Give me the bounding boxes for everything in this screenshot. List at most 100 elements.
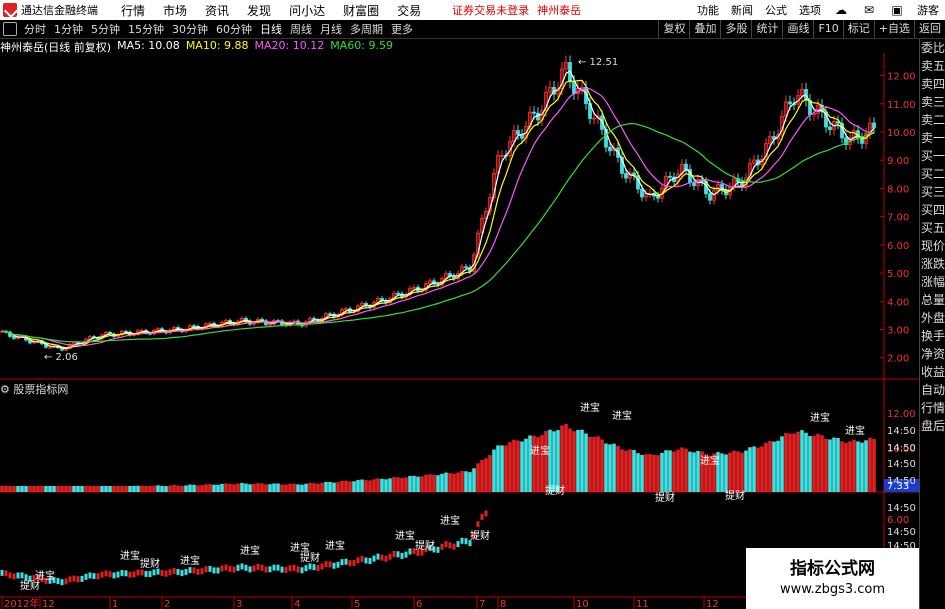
quote-label[interactable]: 涨幅: [920, 273, 945, 291]
quote-label[interactable]: 委比: [920, 39, 945, 57]
quote-label[interactable]: 卖五: [920, 57, 945, 75]
indicator-bar: [768, 441, 772, 492]
window-icon[interactable]: [3, 22, 17, 36]
lower-bar: [124, 570, 128, 577]
indicator-bar: [628, 449, 632, 492]
tab-period[interactable]: 月线: [320, 21, 342, 37]
quote-panel: 委比 卖五 卖四 卖三 卖二 卖一 买一 买二 买三 买四 买五 现价 涨跌 涨…: [919, 39, 945, 609]
btn-fuquan[interactable]: 复权: [658, 20, 689, 38]
btn-add-watch[interactable]: +自选: [873, 20, 914, 38]
indicator-bar: [240, 482, 244, 492]
btn-stats[interactable]: 统计: [751, 20, 782, 38]
tab-period-active[interactable]: 日线: [260, 21, 282, 37]
indicator-bar: [864, 440, 868, 492]
quote-label[interactable]: 买四: [920, 201, 945, 219]
menu-item[interactable]: 问小达: [289, 2, 325, 19]
indicator-bar: [380, 478, 384, 492]
quote-label[interactable]: 行情: [920, 399, 945, 417]
quote-label[interactable]: 买五: [920, 219, 945, 237]
toolbar-right: 复权 叠加 多股 统计 画线 F10 标记 +自选 返回: [658, 20, 945, 38]
indicator-bar: [288, 483, 292, 492]
mail-icon[interactable]: ✉: [861, 3, 877, 17]
tab-period[interactable]: 周线: [290, 21, 312, 37]
quote-label[interactable]: 卖一: [920, 129, 945, 147]
indicator-bar: [520, 441, 524, 492]
lower-bar: [200, 568, 204, 575]
menu-function[interactable]: 功能: [697, 2, 719, 18]
high-label: ← 12.51: [578, 57, 618, 68]
indicator-bar: [856, 441, 860, 492]
indicator-name: 股票指标网: [13, 383, 69, 396]
quote-label[interactable]: 卖四: [920, 75, 945, 93]
btn-back[interactable]: 返回: [914, 20, 945, 38]
indicator-bar: [848, 441, 852, 492]
lower-bar: [348, 560, 352, 567]
quote-label[interactable]: 现价: [920, 237, 945, 255]
tab-period[interactable]: 多周期: [350, 21, 383, 37]
indicator-bar: [20, 486, 24, 492]
indicator-bar: [796, 431, 800, 492]
cloud-icon[interactable]: ☁: [833, 3, 849, 17]
btn-draw[interactable]: 画线: [782, 20, 813, 38]
quote-label[interactable]: 涨跌: [920, 255, 945, 273]
tab-period[interactable]: 分时: [24, 21, 46, 37]
kline-chart[interactable]: 12.0011.0010.009.008.007.006.005.004.003…: [0, 39, 919, 609]
quote-label[interactable]: 买三: [920, 183, 945, 201]
time-tick: 14:50: [887, 426, 916, 437]
btn-mark[interactable]: 标记: [842, 20, 874, 38]
indicator-bar: [440, 473, 444, 492]
quote-label[interactable]: 收益: [920, 363, 945, 381]
tab-period[interactable]: 5分钟: [91, 21, 120, 37]
tab-period[interactable]: 1分钟: [54, 21, 83, 37]
tab-period[interactable]: 15分钟: [128, 21, 164, 37]
settings-icon[interactable]: ⚙: [0, 383, 10, 396]
login-notice[interactable]: 证券交易未登录: [452, 2, 529, 18]
menu-item[interactable]: 资讯: [205, 2, 229, 19]
quote-label[interactable]: 总量: [920, 291, 945, 309]
indicator-bar: [868, 437, 872, 492]
indicator-bar: [180, 486, 184, 492]
btn-f10[interactable]: F10: [813, 20, 842, 38]
quote-label[interactable]: 买二: [920, 165, 945, 183]
indicator-bar: [4, 486, 8, 492]
btn-multi[interactable]: 多股: [720, 20, 751, 38]
price-label: 4.00: [887, 297, 909, 308]
menu-options[interactable]: 选项: [799, 2, 821, 18]
menu-item[interactable]: 行情: [121, 2, 145, 19]
lower-bar: [140, 569, 144, 576]
indicator-bar: [120, 485, 124, 492]
menu-item[interactable]: 交易: [397, 2, 421, 19]
menu-formula[interactable]: 公式: [765, 2, 787, 18]
skin-label[interactable]: 游客: [917, 2, 939, 18]
lower-bar: [360, 556, 364, 563]
indicator-bar: [256, 483, 260, 492]
menu-news[interactable]: 新闻: [731, 2, 753, 18]
indicator-bar: [28, 486, 32, 492]
lower-bar: [464, 538, 468, 545]
indicator-bar: [228, 484, 232, 492]
menu-item[interactable]: 发现: [247, 2, 271, 19]
indicator-bar: [808, 436, 812, 492]
tab-period[interactable]: 60分钟: [216, 21, 252, 37]
indicator-bar: [192, 484, 196, 492]
quote-label[interactable]: 自动: [920, 381, 945, 399]
indicator-bar: [600, 439, 604, 492]
quote-label[interactable]: 净资: [920, 345, 945, 363]
tab-period[interactable]: 更多: [391, 21, 413, 37]
quote-label[interactable]: 卖二: [920, 111, 945, 129]
btn-overlay[interactable]: 叠加: [689, 20, 720, 38]
tab-period[interactable]: 30分钟: [172, 21, 208, 37]
indicator-bar: [612, 443, 616, 492]
indicator-bar: [680, 447, 684, 492]
quote-label[interactable]: 外盘: [920, 309, 945, 327]
quote-label[interactable]: 卖三: [920, 93, 945, 111]
menu-item[interactable]: 市场: [163, 2, 187, 19]
skin-icon[interactable]: ▣: [889, 3, 905, 17]
quote-label[interactable]: 换手: [920, 327, 945, 345]
indicator-bar: [480, 459, 484, 492]
quote-label[interactable]: 盘后: [920, 417, 945, 435]
indicator-bar: [740, 452, 744, 492]
menu-item[interactable]: 财富圈: [343, 2, 379, 19]
indicator-bar: [16, 486, 20, 492]
quote-label[interactable]: 买一: [920, 147, 945, 165]
